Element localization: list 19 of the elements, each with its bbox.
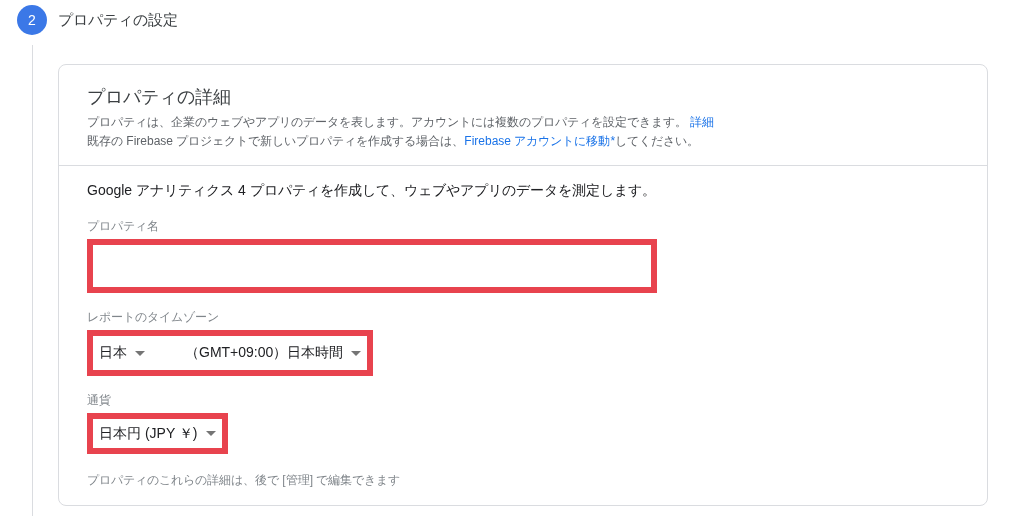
dropdown[interactable]: 日本	[99, 344, 145, 362]
intro-text: Google アナリティクス 4 プロパティを作成して、ウェブやアプリのデータを測定します。	[87, 182, 657, 200]
description-text: 既存の Firebase プロジェクトで新しいプロパティを作成する場合は、Firebase アカウントに移動*してください。	[87, 133, 701, 150]
step-title: プロパティの設定	[58, 10, 178, 30]
dropdown-caret-icon	[205, 431, 216, 436]
link[interactable]: 詳細	[690, 115, 715, 129]
dropdown-caret-icon	[351, 350, 362, 356]
step-number: 2	[17, 5, 47, 35]
note-text: プロパティのこれらの詳細は、後で [管理] で編集できます	[87, 472, 402, 489]
link[interactable]: Firebase アカウントに移動*	[464, 134, 616, 148]
description-text: プロパティは、企業のウェブやアプリのデータを表します。アカウントには複数のプロパティを設定できます。 詳細	[87, 114, 716, 131]
field-label: プロパティ名	[87, 218, 160, 235]
dropdown[interactable]: （GMT+09:00）日本時間	[185, 344, 362, 362]
field-label: レポートのタイムゾーン	[87, 309, 220, 326]
card-title: プロパティの詳細	[87, 86, 232, 109]
input-field[interactable]	[87, 239, 657, 293]
dropdown[interactable]: 日本円 (JPY ￥)	[99, 424, 216, 443]
dropdown-caret-icon	[135, 350, 145, 356]
field-label: 通貨	[87, 392, 112, 409]
